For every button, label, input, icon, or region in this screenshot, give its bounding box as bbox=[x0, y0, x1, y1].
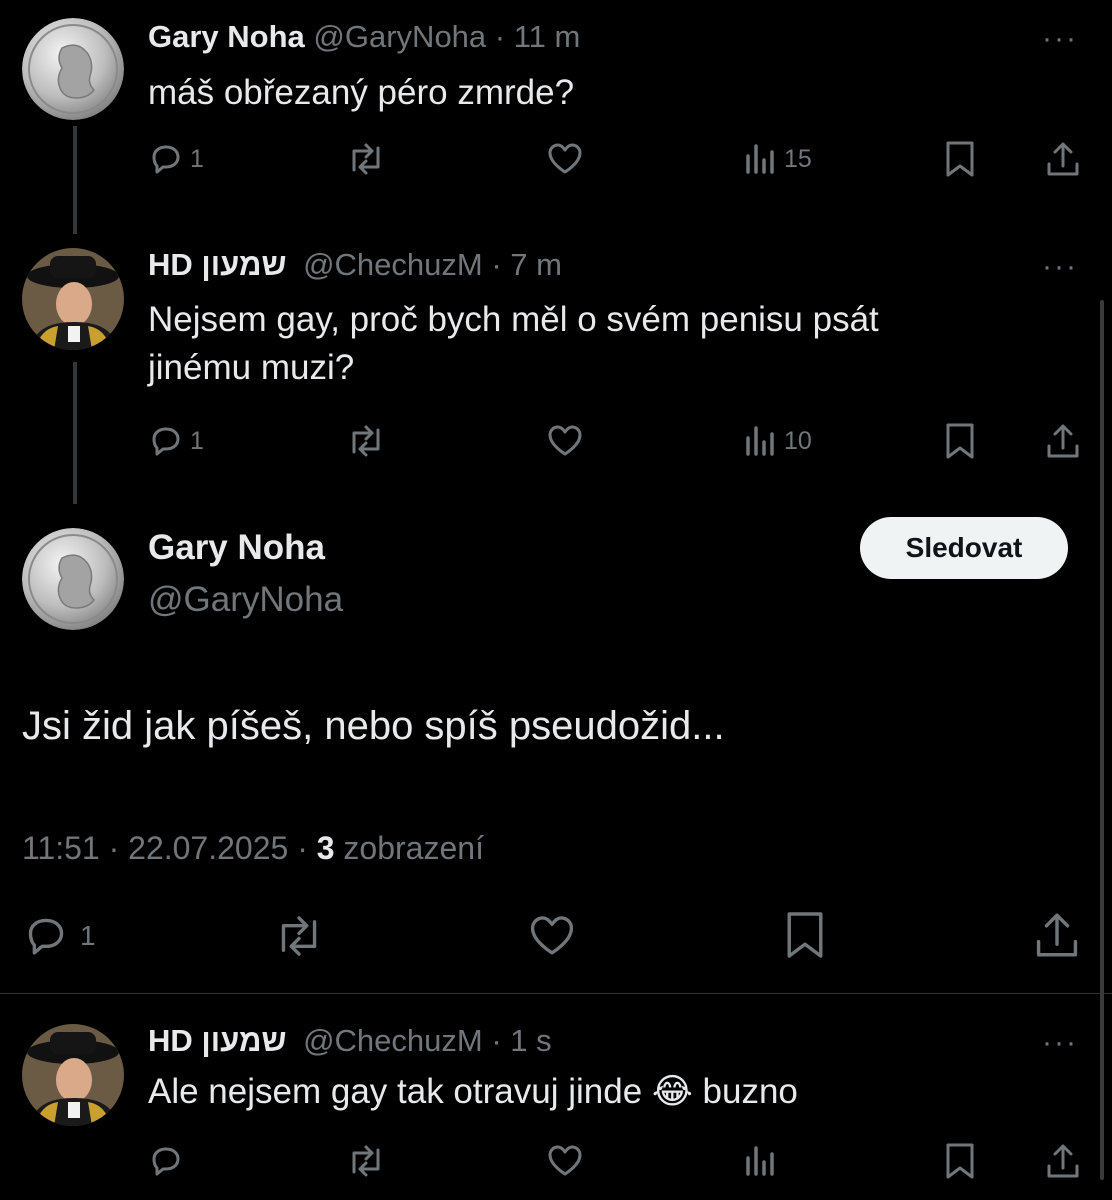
timestamp[interactable]: · 7 m bbox=[491, 247, 562, 282]
man-portrait-avatar-icon bbox=[22, 1024, 124, 1126]
reply-button[interactable]: 1 bbox=[148, 142, 204, 176]
thread-connector-line bbox=[73, 126, 77, 234]
views-label: zobrazení bbox=[343, 830, 484, 866]
tweet-text: Jsi žid jak píšeš, nebo spíš pseudožid..… bbox=[22, 704, 725, 748]
scrollbar[interactable] bbox=[1100, 300, 1104, 1180]
retweet-icon bbox=[352, 1145, 380, 1177]
tweet-text-part: Ale nejsem gay tak otravuj jinde bbox=[148, 1072, 643, 1111]
bookmark-icon bbox=[946, 423, 974, 459]
share-icon bbox=[1047, 1144, 1079, 1178]
display-name[interactable]: Gary Noha bbox=[148, 19, 305, 54]
views-button[interactable]: 10 bbox=[744, 424, 812, 458]
laughing-emoji: 😂 bbox=[651, 1072, 693, 1111]
handle[interactable]: @ChechuzM bbox=[303, 1023, 483, 1058]
retweet-button[interactable] bbox=[272, 914, 326, 958]
bookmark-button[interactable] bbox=[944, 140, 976, 178]
silver-coin-avatar-icon bbox=[22, 18, 124, 120]
timestamp[interactable]: 11:51 · 22.07.2025 · bbox=[22, 830, 308, 866]
reply-count: 1 bbox=[80, 920, 96, 951]
more-options-icon[interactable]: ··· bbox=[1042, 1028, 1078, 1058]
heart-icon bbox=[548, 425, 582, 456]
bookmark-button[interactable] bbox=[784, 910, 826, 960]
share-icon bbox=[1047, 142, 1079, 176]
heart-icon bbox=[548, 1145, 582, 1176]
tweet-header: Gary Noha @GaryNoha · 11 m bbox=[148, 18, 580, 56]
tweet-text-part: buzno bbox=[702, 1072, 798, 1111]
avatar[interactable] bbox=[22, 1024, 124, 1126]
like-button[interactable] bbox=[546, 424, 584, 458]
reply-count: 1 bbox=[190, 426, 204, 455]
tweet-text-line: Nejsem gay, proč bych měl o svém penisu … bbox=[148, 300, 879, 339]
avatar[interactable] bbox=[22, 528, 124, 630]
view-count: 15 bbox=[784, 144, 812, 173]
heart-icon bbox=[548, 143, 582, 174]
share-icon bbox=[1047, 424, 1079, 458]
like-button[interactable] bbox=[546, 1144, 584, 1178]
handle[interactable]: @GaryNoha bbox=[313, 19, 486, 54]
reply-count: 1 bbox=[190, 144, 204, 173]
more-options-icon[interactable]: ··· bbox=[1042, 252, 1078, 282]
tweet-header: HD שמעון @ChechuzM · 7 m bbox=[148, 246, 562, 284]
tweet-text: Nejsem gay, proč bych měl o svém penisu … bbox=[148, 296, 879, 392]
reply-button[interactable]: 1 bbox=[148, 424, 204, 458]
bookmark-button[interactable] bbox=[944, 422, 976, 460]
share-button[interactable] bbox=[1044, 140, 1082, 178]
view-count: 10 bbox=[784, 426, 812, 455]
views-button[interactable]: 15 bbox=[744, 142, 812, 176]
tweet-text: máš obřezaný péro zmrde? bbox=[148, 73, 575, 112]
retweet-icon bbox=[281, 916, 317, 956]
views-chart-icon bbox=[746, 426, 774, 456]
thread-connector-line bbox=[73, 362, 77, 504]
bookmark-icon bbox=[946, 1143, 974, 1179]
retweet-button[interactable] bbox=[346, 1144, 386, 1178]
reply-icon bbox=[152, 427, 180, 456]
views-chart-icon bbox=[746, 1146, 774, 1176]
bookmark-icon bbox=[787, 912, 823, 958]
reply-icon bbox=[152, 1147, 180, 1176]
avatar[interactable] bbox=[22, 18, 124, 120]
reply-button[interactable] bbox=[148, 1144, 184, 1178]
retweet-button[interactable] bbox=[346, 142, 386, 176]
share-button[interactable] bbox=[1032, 910, 1082, 960]
handle[interactable]: @ChechuzM bbox=[303, 247, 483, 282]
reply-icon bbox=[152, 145, 180, 174]
handle[interactable]: @GaryNoha bbox=[148, 578, 343, 622]
timestamp[interactable]: · 11 m bbox=[495, 19, 581, 54]
like-button[interactable] bbox=[526, 914, 578, 958]
view-count: 3 bbox=[316, 830, 335, 866]
bookmark-icon bbox=[946, 141, 974, 177]
display-name[interactable]: HD שמעון bbox=[148, 247, 286, 282]
heart-icon bbox=[530, 916, 574, 955]
tweet-meta: 11:51 · 22.07.2025 · 3 zobrazení bbox=[22, 828, 484, 868]
retweet-icon bbox=[352, 143, 380, 175]
display-name[interactable]: HD שמעון bbox=[148, 1023, 286, 1058]
tweet-text-line: jinému muzi? bbox=[148, 348, 355, 387]
divider bbox=[0, 993, 1112, 994]
more-options-icon[interactable]: ··· bbox=[1042, 24, 1078, 54]
display-name[interactable]: Gary Noha bbox=[148, 526, 325, 570]
silver-coin-avatar-icon bbox=[22, 528, 124, 630]
man-portrait-avatar-icon bbox=[22, 248, 124, 350]
timestamp[interactable]: · 1 s bbox=[491, 1023, 551, 1058]
reply-icon bbox=[28, 918, 64, 955]
reply-button[interactable]: 1 bbox=[22, 914, 96, 958]
like-button[interactable] bbox=[546, 142, 584, 176]
retweet-button[interactable] bbox=[346, 424, 386, 458]
share-button[interactable] bbox=[1044, 1142, 1082, 1180]
bookmark-button[interactable] bbox=[944, 1142, 976, 1180]
retweet-icon bbox=[352, 425, 380, 457]
tweet-header: HD שמעון @ChechuzM · 1 s bbox=[148, 1022, 552, 1060]
follow-button[interactable]: Sledovat bbox=[860, 517, 1068, 579]
views-chart-icon bbox=[746, 144, 774, 174]
share-button[interactable] bbox=[1044, 422, 1082, 460]
tweet-text: Ale nejsem gay tak otravuj jinde 😂 buzno bbox=[148, 1068, 798, 1116]
views-button[interactable] bbox=[744, 1144, 778, 1178]
share-icon bbox=[1036, 913, 1078, 957]
avatar[interactable] bbox=[22, 248, 124, 350]
